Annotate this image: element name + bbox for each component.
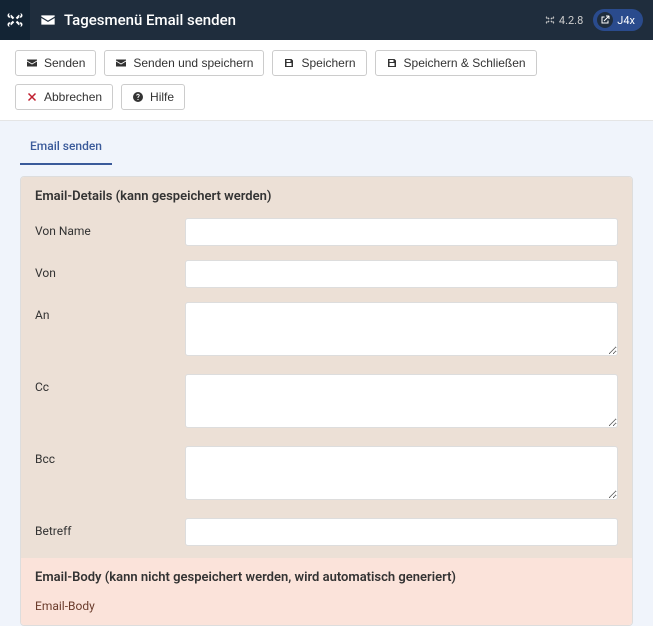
save-button[interactable]: Speichern <box>272 50 366 76</box>
tab-email-send[interactable]: Email senden <box>20 131 112 165</box>
email-body-section: Email-Body (kann nicht gespeichert werde… <box>21 558 632 625</box>
cc-input[interactable] <box>185 374 618 428</box>
joomla-icon <box>6 11 24 29</box>
joomla-mini-icon <box>545 15 555 25</box>
button-label: Senden und speichern <box>133 56 253 70</box>
field-row-to: An <box>35 302 618 360</box>
external-link-icon <box>597 12 613 28</box>
button-label: Hilfe <box>150 90 174 104</box>
section-title: Email-Details (kann gespeichert werden) <box>35 189 618 204</box>
field-row-from: Von <box>35 260 618 288</box>
field-row-from-name: Von Name <box>35 218 618 246</box>
send-save-button[interactable]: Senden und speichern <box>104 50 264 76</box>
field-label: Cc <box>35 374 185 394</box>
brand-logo[interactable] <box>0 0 30 40</box>
field-row-bcc: Bcc <box>35 446 618 504</box>
page-title: Tagesmenü Email senden <box>64 11 236 29</box>
topbar-right: 4.2.8 J4x <box>545 9 653 31</box>
cancel-button[interactable]: Abbrechen <box>15 84 113 110</box>
save-icon <box>386 57 398 69</box>
help-button[interactable]: Hilfe <box>121 84 185 110</box>
body-field-label: Email-Body <box>35 599 618 613</box>
subject-input[interactable] <box>185 518 618 546</box>
send-button[interactable]: Senden <box>15 50 96 76</box>
bcc-input[interactable] <box>185 446 618 500</box>
section-title: Email-Body (kann nicht gespeichert werde… <box>35 570 618 585</box>
field-label: Von <box>35 260 185 280</box>
to-input[interactable] <box>185 302 618 356</box>
field-label: An <box>35 302 185 322</box>
email-details-section: Email-Details (kann gespeichert werden) … <box>21 177 632 558</box>
save-icon <box>283 57 295 69</box>
from-input[interactable] <box>185 260 618 288</box>
from-name-input[interactable] <box>185 218 618 246</box>
page-title-wrap: Tagesmenü Email senden <box>30 11 236 29</box>
field-label: Von Name <box>35 218 185 238</box>
version-indicator: 4.2.8 <box>545 14 583 27</box>
field-row-subject: Betreff <box>35 518 618 546</box>
topbar-left: Tagesmenü Email senden <box>0 0 236 40</box>
envelope-icon <box>115 57 127 69</box>
form-panel: Email-Details (kann gespeichert werden) … <box>20 176 633 626</box>
badge-text: J4x <box>617 14 635 27</box>
envelope-icon <box>26 57 38 69</box>
button-label: Speichern & Schließen <box>404 56 526 70</box>
topbar: Tagesmenü Email senden 4.2.8 J4x <box>0 0 653 40</box>
field-label: Betreff <box>35 518 185 538</box>
version-text: 4.2.8 <box>559 14 583 27</box>
envelope-icon <box>40 12 56 28</box>
open-site-badge[interactable]: J4x <box>593 9 643 31</box>
toolbar: Senden Senden und speichern Speichern Sp… <box>0 40 653 121</box>
button-label: Speichern <box>301 56 355 70</box>
field-row-cc: Cc <box>35 374 618 432</box>
button-label: Senden <box>44 56 85 70</box>
close-icon <box>26 91 38 103</box>
save-close-button[interactable]: Speichern & Schließen <box>375 50 537 76</box>
tab-row: Email senden <box>0 131 653 166</box>
button-label: Abbrechen <box>44 90 102 104</box>
field-label: Bcc <box>35 446 185 466</box>
question-icon <box>132 91 144 103</box>
